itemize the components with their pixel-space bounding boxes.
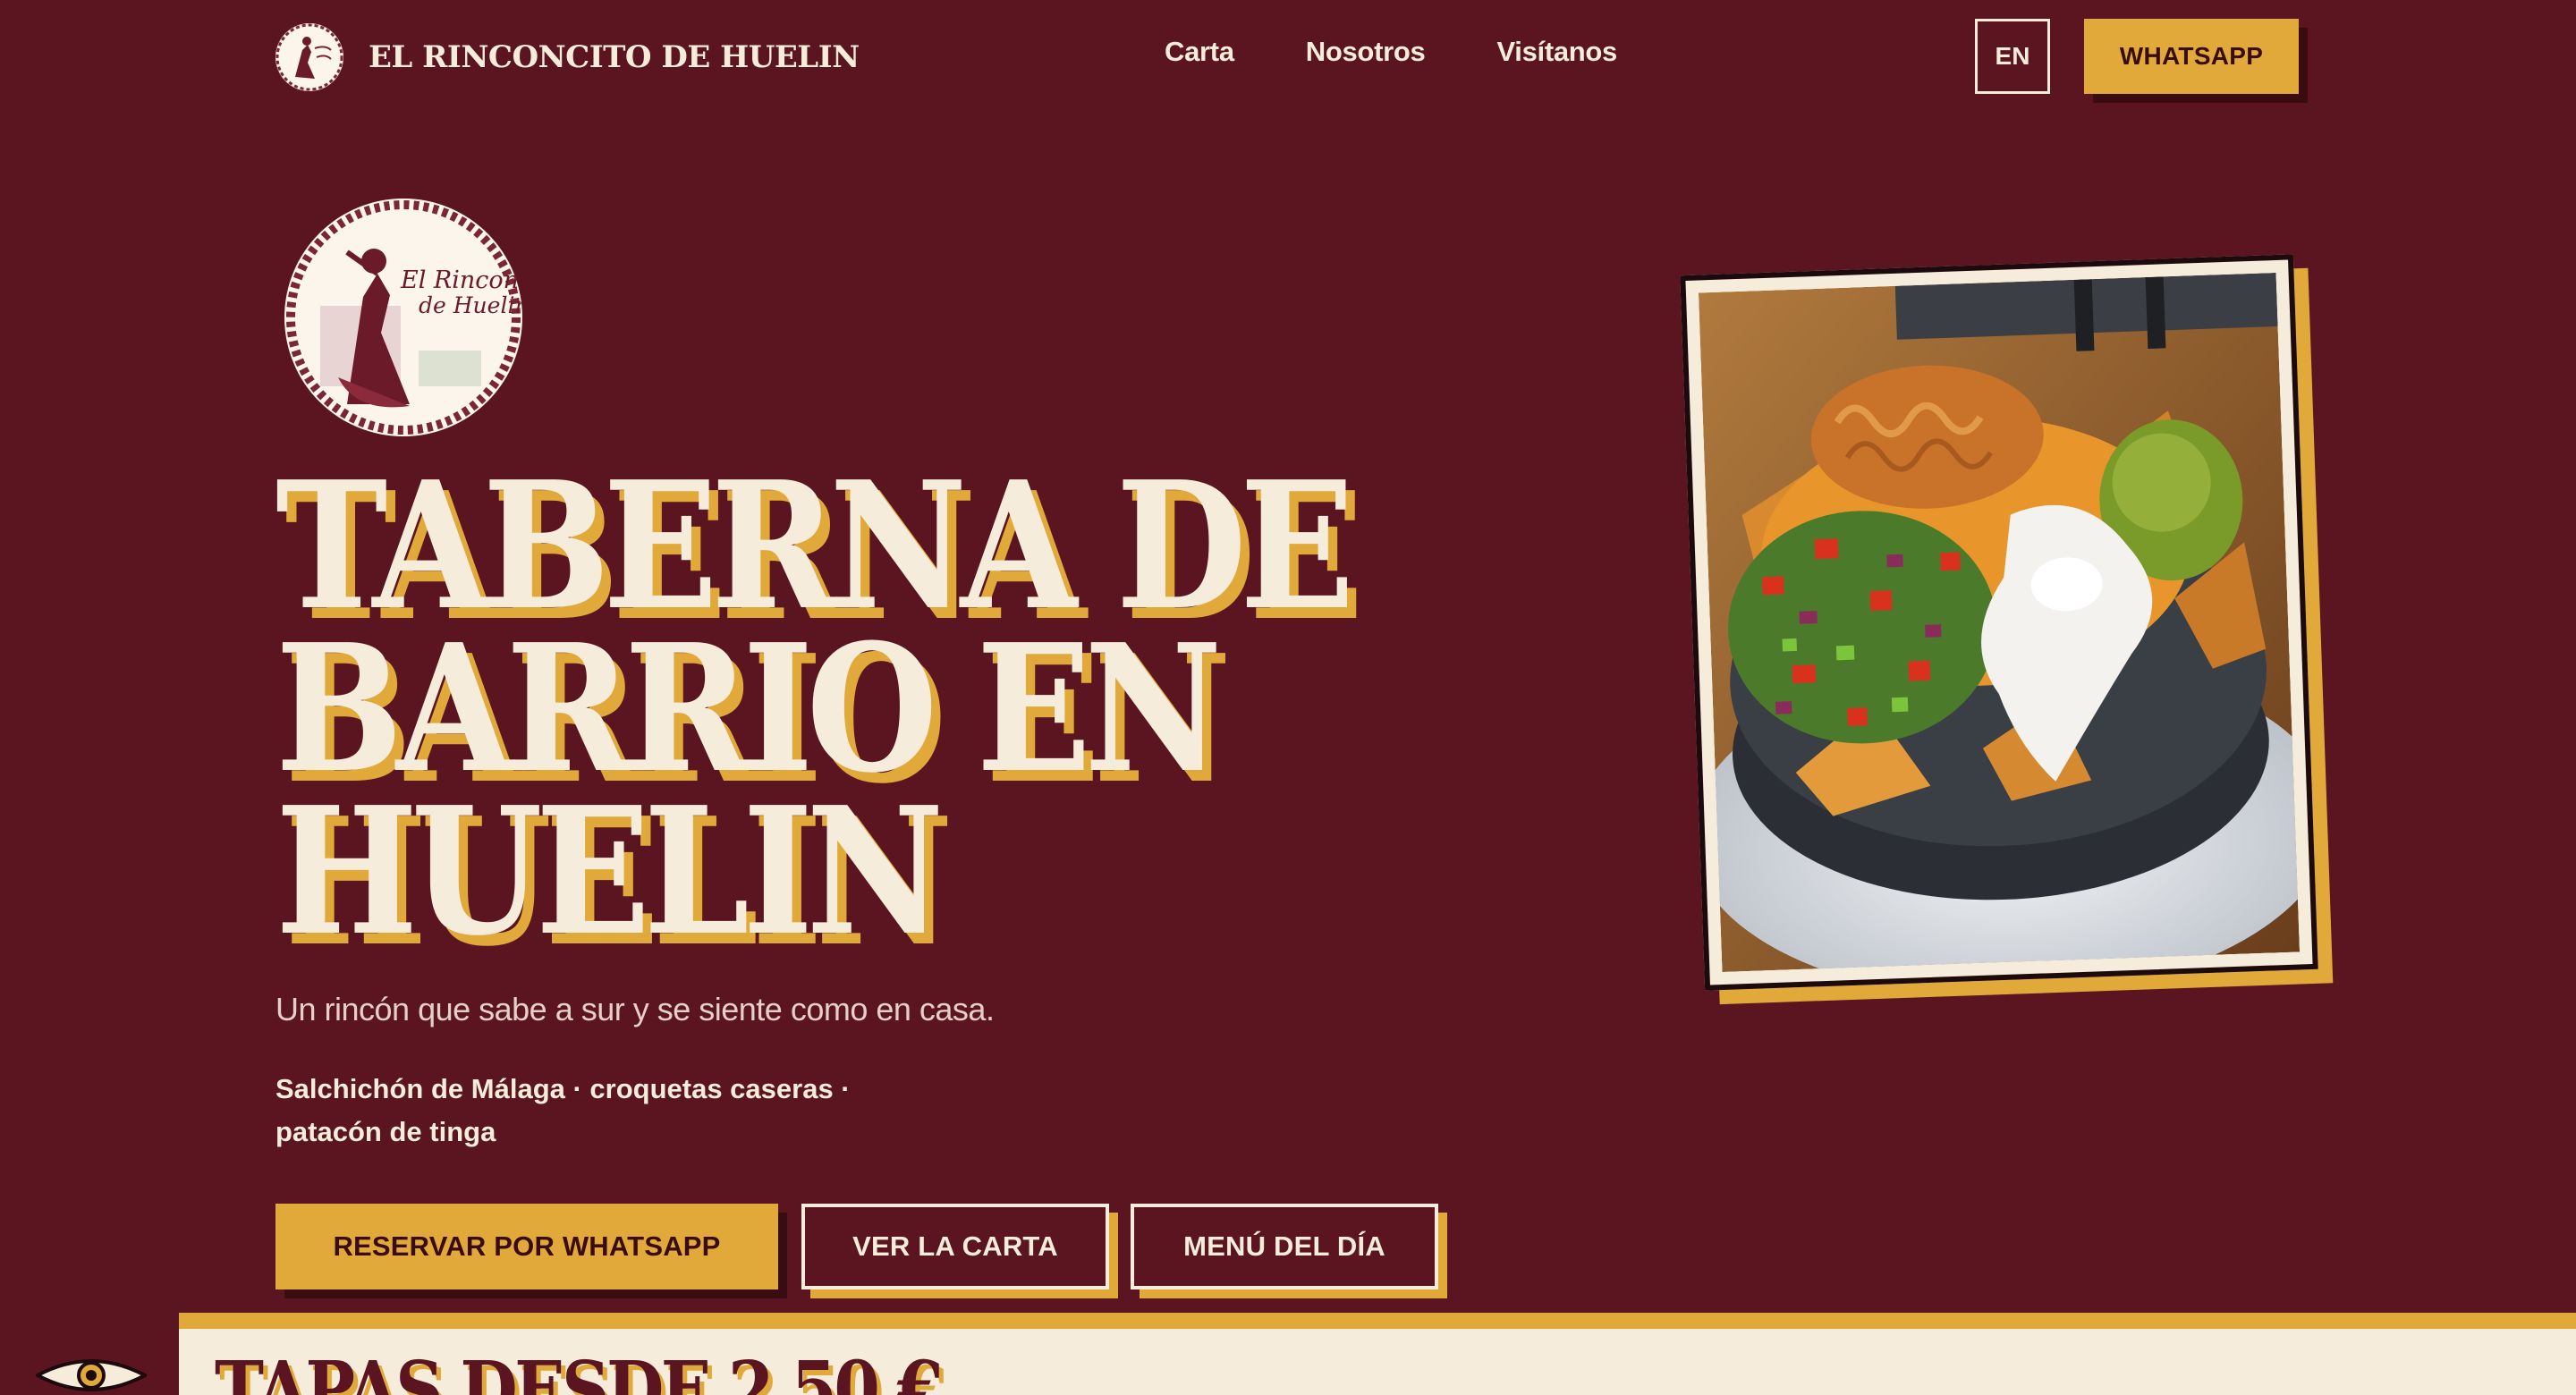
photo-frame bbox=[1680, 254, 2318, 991]
brand-logo-icon bbox=[275, 23, 343, 91]
nav-link-visitanos[interactable]: Visítanos bbox=[1496, 36, 1617, 68]
flamenco-dancer-logo: El Rinconcito de Huelin bbox=[286, 200, 522, 435]
nav-link-carta[interactable]: Carta bbox=[1165, 36, 1234, 68]
ver-carta-button[interactable]: VER LA CARTA bbox=[801, 1204, 1109, 1289]
hero-photo-card bbox=[1680, 254, 2334, 1005]
menu-del-dia-button[interactable]: MENÚ DEL DÍA bbox=[1131, 1204, 1438, 1289]
nachos-photo bbox=[1698, 272, 2301, 973]
whatsapp-header-button[interactable]: WHATSAPP bbox=[2084, 19, 2299, 94]
eye-icon bbox=[36, 1359, 147, 1391]
hero-featured-dishes: Salchichón de Málaga · croquetas caseras… bbox=[275, 1068, 902, 1154]
reservar-whatsapp-button[interactable]: RESERVAR POR WHATSAPP bbox=[275, 1204, 778, 1289]
hero-title-line-3: HUELIN bbox=[275, 769, 944, 975]
nav-link-nosotros[interactable]: Nosotros bbox=[1306, 36, 1426, 68]
hero-dishes-line-2: patacón de tinga bbox=[275, 1116, 496, 1147]
hero-title-line-2: BARRIO EN bbox=[275, 606, 1222, 812]
hero-logo-text-1: El Rinconcito bbox=[400, 266, 522, 294]
hero-subtitle: Un rincón que sabe a sur y se siente com… bbox=[275, 991, 995, 1027]
hero-logo-badge: El Rinconcito de Huelin bbox=[284, 199, 522, 436]
brand-link[interactable]: EL RINCONCITO DE HUELIN bbox=[275, 23, 860, 91]
promo-strip-text: TAPAS DESDE 2,50 € bbox=[215, 1345, 943, 1395]
main-nav: Carta Nosotros Visítanos bbox=[1165, 36, 1689, 68]
hero-title-line-1: TABERNA DE bbox=[275, 444, 1355, 649]
hero-logo-text-2: de Huelin bbox=[419, 292, 522, 318]
language-toggle-button[interactable]: EN bbox=[1975, 19, 2050, 94]
hero-dishes-line-1: Salchichón de Málaga · croquetas caseras… bbox=[275, 1073, 851, 1104]
hero-title: TABERNA DE BARRIO EN HUELIN bbox=[275, 444, 1355, 975]
promo-strip: TAPAS DESDE 2,50 € bbox=[179, 1313, 2576, 1395]
brand-name: EL RINCONCITO DE HUELIN bbox=[369, 39, 860, 75]
site-header: EL RINCONCITO DE HUELIN Carta Nosotros V… bbox=[0, 0, 2576, 113]
